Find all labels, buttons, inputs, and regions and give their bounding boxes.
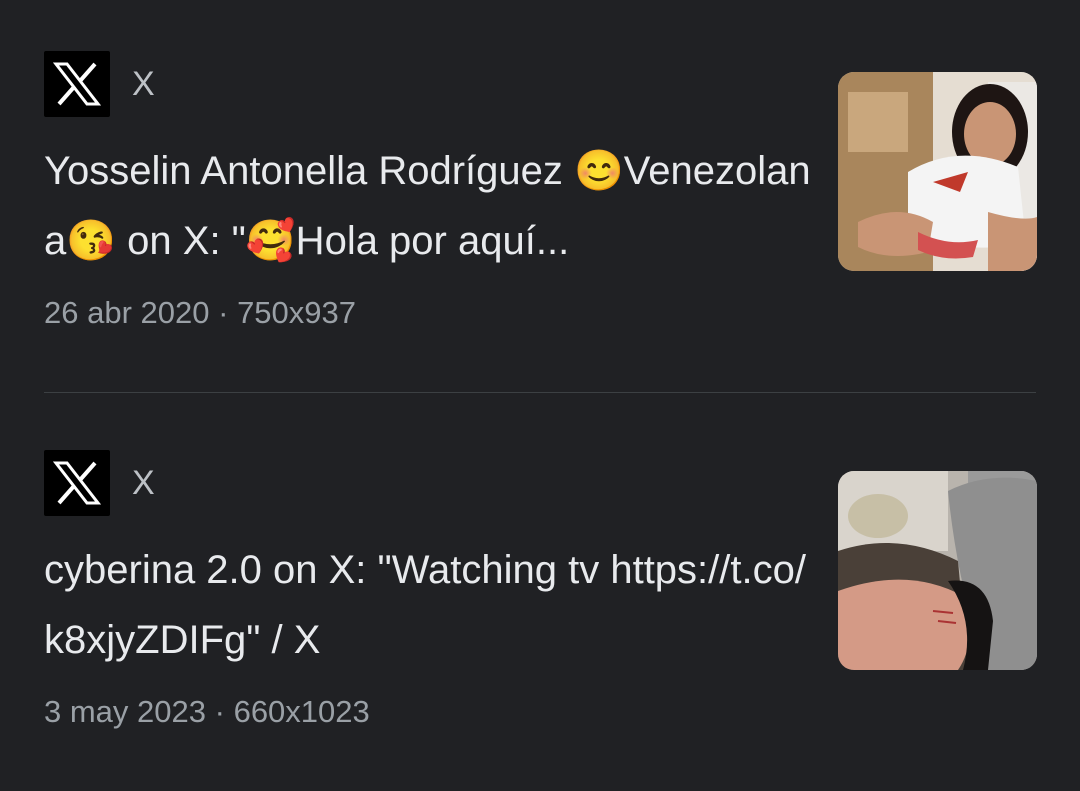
meta-separator: · [218,295,229,330]
result-meta: 3 may 2023 · 660x1023 [44,694,370,730]
source-name: X [132,463,155,502]
source-name: X [132,64,155,103]
result-title-link[interactable]: Yosselin Antonella Rodríguez 😊Venezolana… [44,136,814,276]
result-meta: 26 abr 2020 · 750x937 [44,295,356,331]
result-date: 26 abr 2020 [44,295,210,330]
x-logo-icon [44,51,110,117]
meta-separator: · [214,694,225,729]
result-date: 3 may 2023 [44,694,206,729]
search-result[interactable]: X cyberina 2.0 on X: "Watching tv https:… [0,393,1080,791]
x-logo-icon [44,450,110,516]
thumbnail-image-photo[interactable] [838,471,1037,670]
result-source[interactable]: X [44,51,155,117]
image-dimensions: 750x937 [237,295,357,330]
search-result[interactable]: X Yosselin Antonella Rodríguez 😊Venezola… [0,0,1080,392]
result-title-link[interactable]: cyberina 2.0 on X: "Watching tv https://… [44,535,814,675]
image-dimensions: 660x1023 [233,694,370,729]
thumbnail-image-selfie[interactable] [838,72,1037,271]
result-source[interactable]: X [44,450,155,516]
